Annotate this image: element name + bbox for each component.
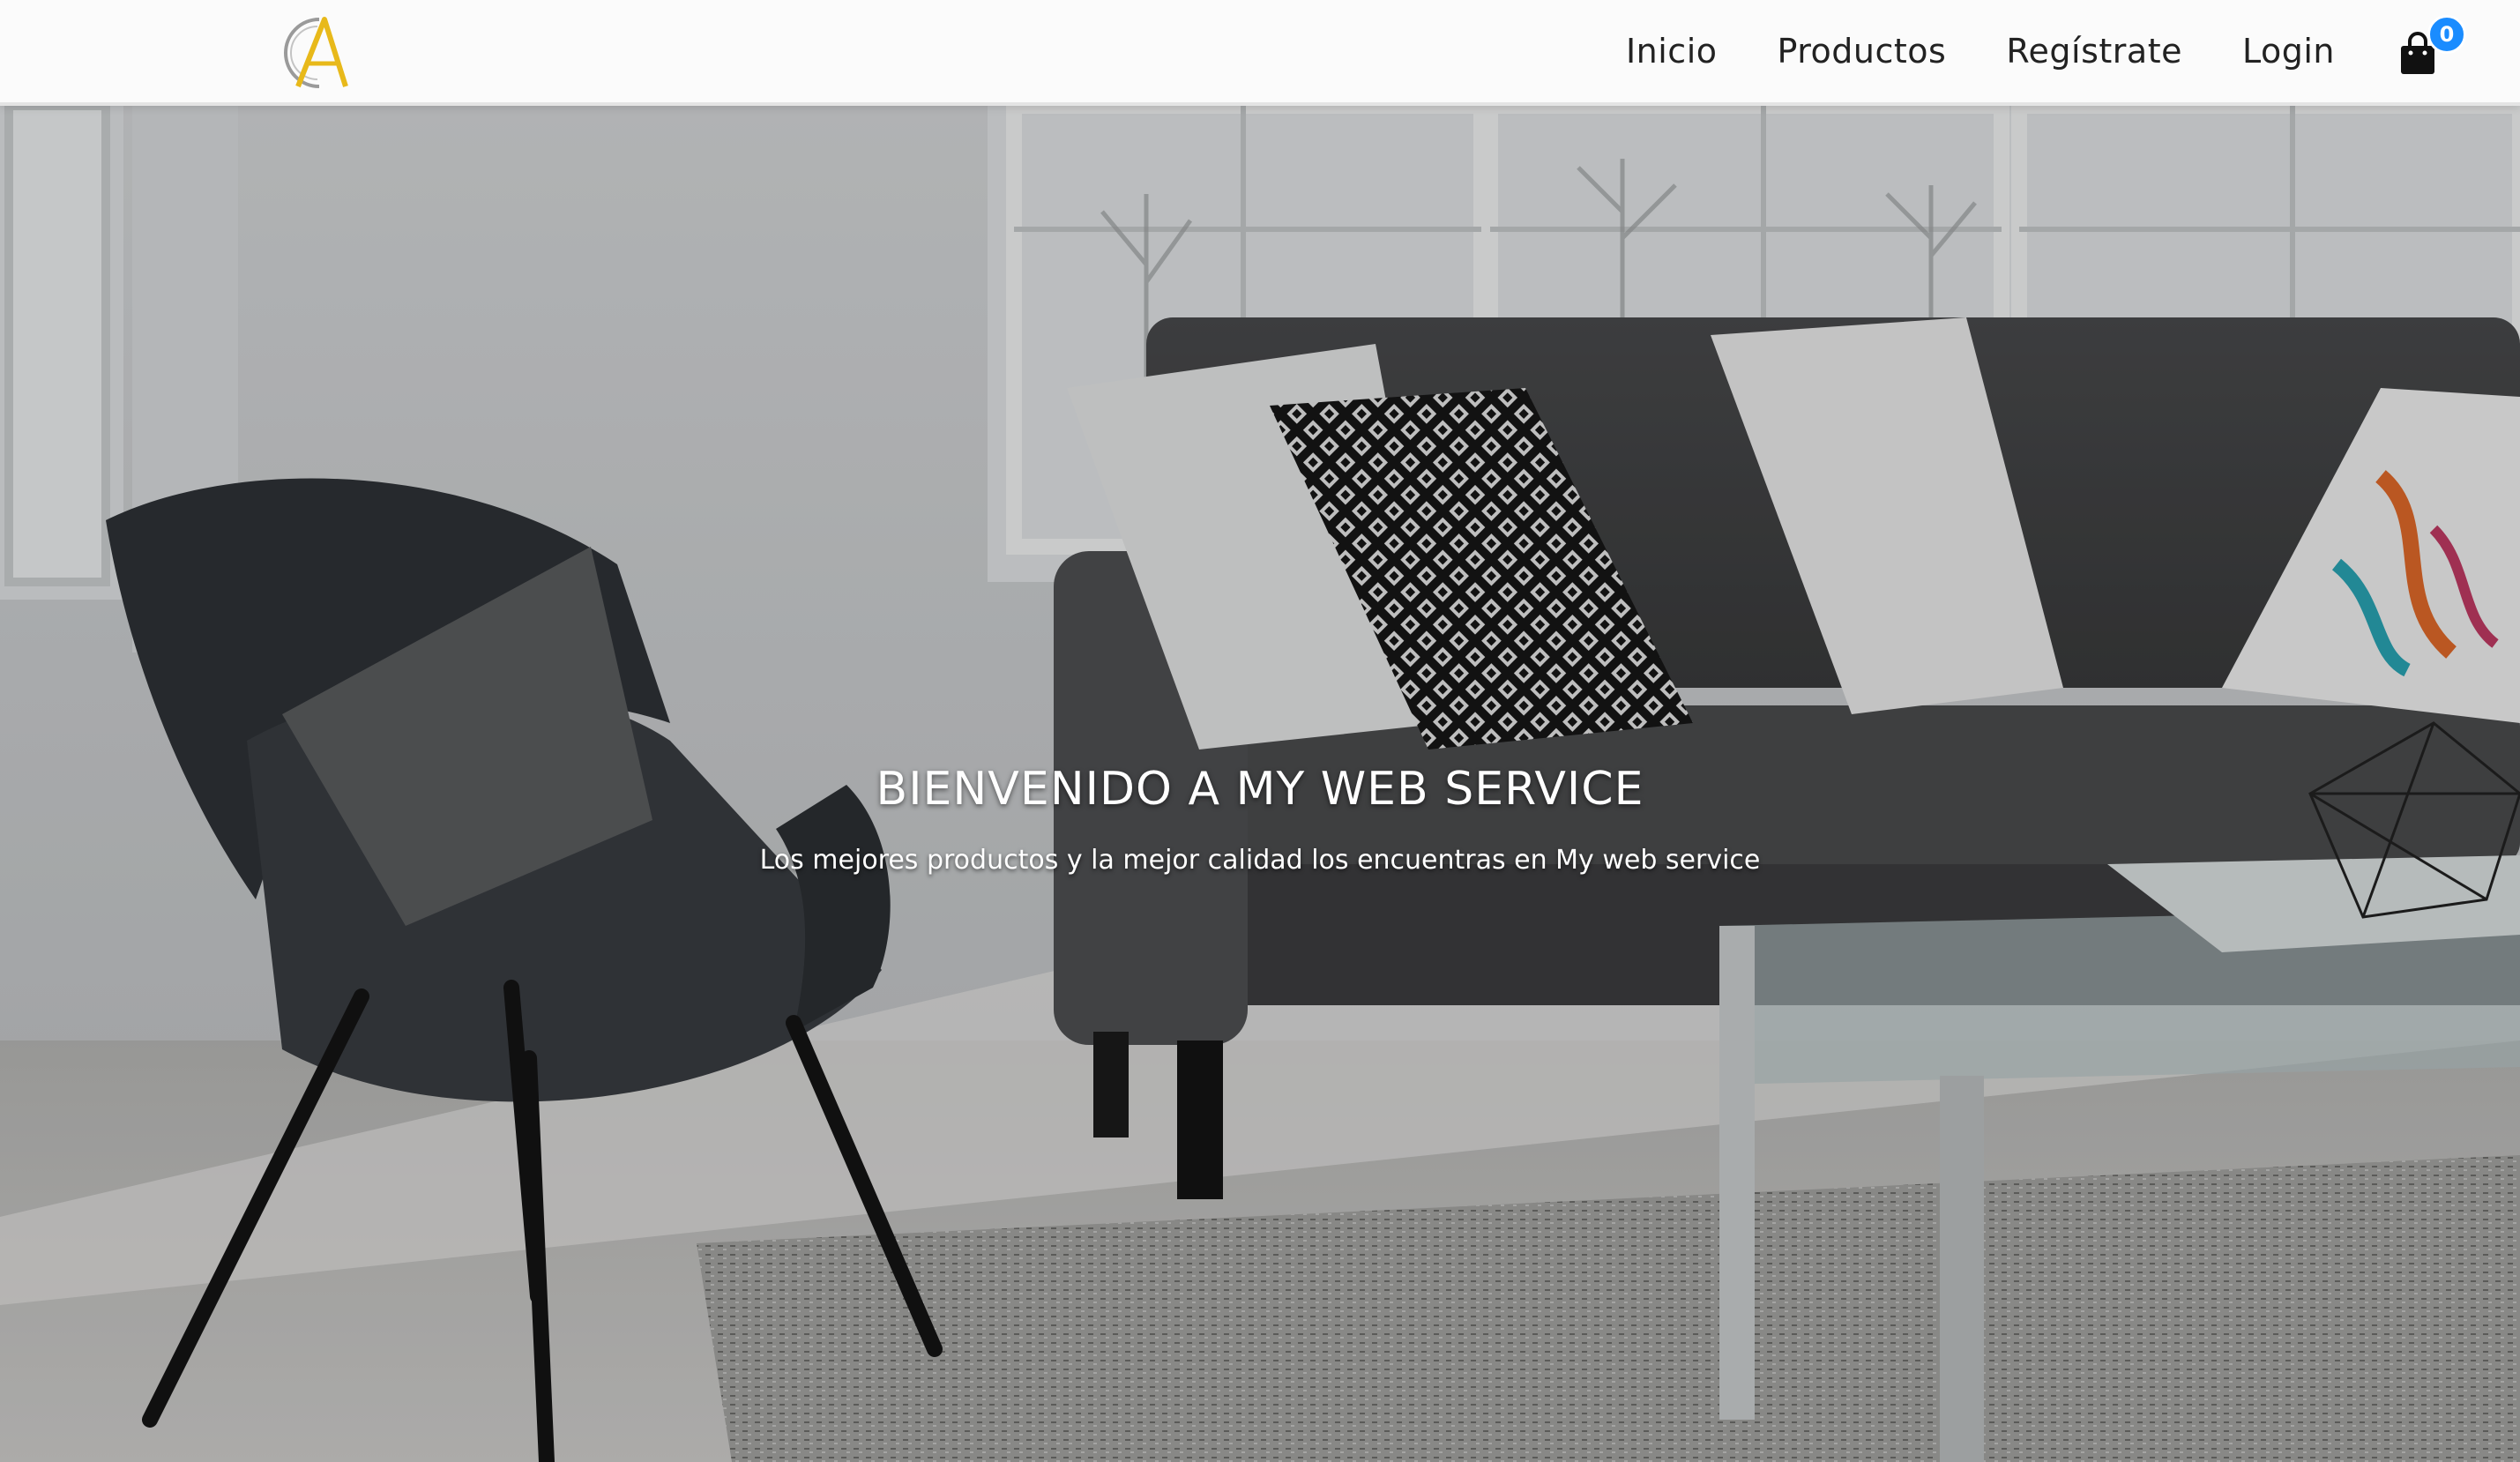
cart-count-badge: 0 [2427,15,2466,54]
navbar: Inicio Productos Regístrate Login 0 [0,0,2520,106]
hero-banner: BIENVENIDO A MY WEB SERVICE Los mejores … [0,106,2520,1462]
nav-link-productos[interactable]: Productos [1778,32,1947,71]
nav-link-inicio[interactable]: Inicio [1626,32,1718,71]
hero-title: BIENVENIDO A MY WEB SERVICE [876,763,1644,816]
page: Inicio Productos Regístrate Login 0 BIEN… [0,0,2520,1462]
nav-link-registrate[interactable]: Regístrate [2006,32,2182,71]
main-nav: Inicio Productos Regístrate Login [1626,0,2335,102]
hero-subtitle: Los mejores productos y la mejor calidad… [759,845,1761,876]
nav-link-login[interactable]: Login [2242,32,2335,71]
ca-logo-icon[interactable] [265,11,362,94]
